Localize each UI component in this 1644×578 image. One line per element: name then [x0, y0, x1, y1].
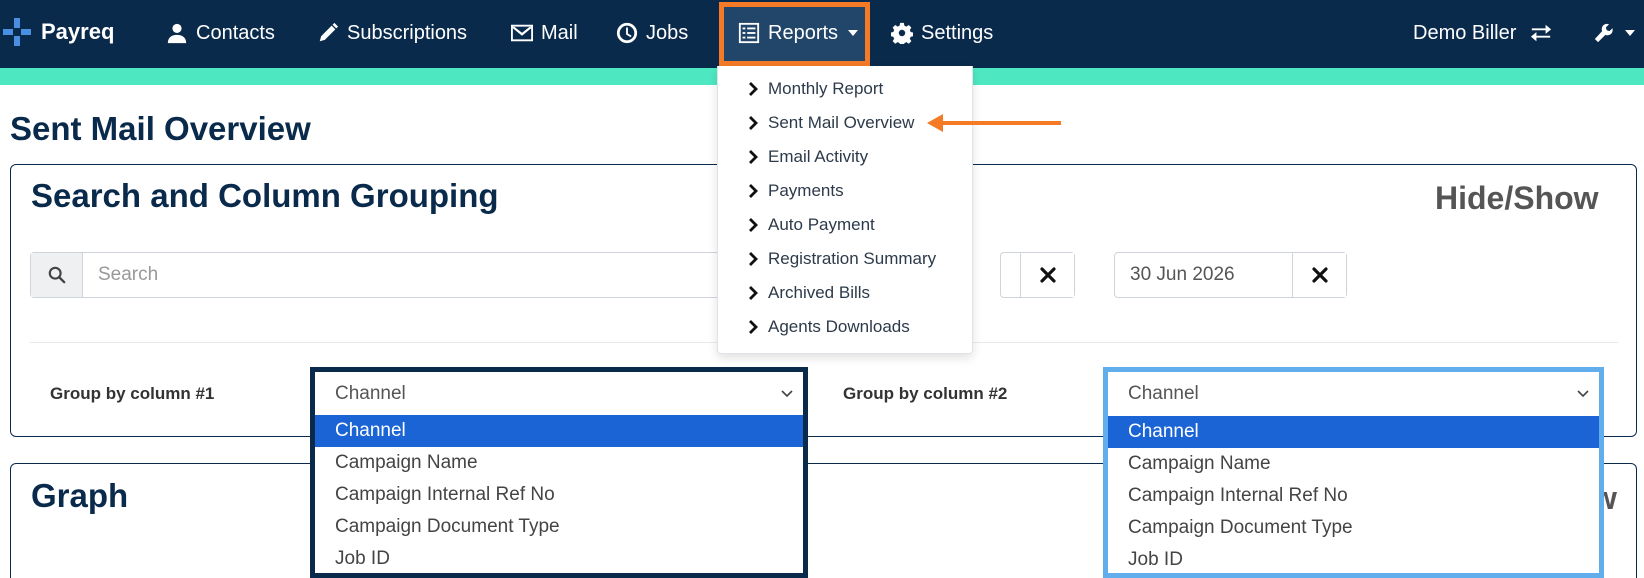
wrench-icon — [1594, 23, 1613, 43]
group-by-1-value: Channel — [335, 383, 406, 404]
select-option[interactable]: Campaign Internal Ref No — [315, 479, 803, 511]
search-input[interactable] — [83, 253, 729, 297]
annotation-arrow-icon — [927, 114, 1061, 132]
nav-mail-label: Mail — [541, 21, 578, 44]
select-option[interactable]: Job ID — [1108, 544, 1599, 576]
tools-menu[interactable] — [1593, 14, 1635, 52]
user-icon — [167, 23, 187, 44]
account-name: Demo Biller — [1413, 21, 1517, 44]
select-option[interactable]: Campaign Internal Ref No — [1108, 480, 1599, 512]
close-icon — [1039, 267, 1056, 283]
group-by-2-select[interactable]: Channel Channel Campaign Name Campaign I… — [1108, 372, 1599, 578]
close-icon — [1311, 267, 1328, 283]
chevron-right-icon — [749, 82, 758, 96]
chevron-right-icon — [749, 184, 758, 198]
search-group — [30, 252, 730, 298]
pencil-icon — [319, 22, 339, 42]
chevron-right-icon — [749, 320, 758, 334]
nav-jobs-label: Jobs — [646, 21, 689, 44]
menu-item-monthly-report[interactable]: Monthly Report — [748, 75, 883, 103]
clear-start-date-button[interactable] — [1020, 253, 1074, 297]
menu-item-email-activity[interactable]: Email Activity — [748, 143, 868, 171]
caret-down-icon — [848, 30, 859, 36]
menu-item-label: Agents Downloads — [768, 317, 910, 336]
gear-icon — [891, 22, 913, 44]
chevron-right-icon — [749, 218, 758, 232]
nav-contacts-label: Contacts — [196, 21, 275, 44]
group-by-2-value: Channel — [1128, 383, 1199, 404]
chevron-right-icon — [749, 286, 758, 300]
payreq-logo-icon — [3, 18, 31, 46]
swap-icon — [1531, 24, 1552, 42]
chevron-right-icon — [749, 116, 758, 130]
account-switcher[interactable]: Demo Biller — [1413, 14, 1552, 52]
clock-icon — [616, 22, 638, 44]
nav-contacts[interactable]: Contacts — [166, 14, 275, 52]
nav-reports-label: Reports — [768, 21, 839, 44]
select-option[interactable]: Job ID — [315, 543, 803, 575]
nav-mail[interactable]: Mail — [511, 14, 578, 52]
hide-show-toggle[interactable]: Hide/Show — [1435, 180, 1599, 217]
menu-item-label: Payments — [768, 181, 844, 200]
search-icon[interactable] — [31, 253, 83, 297]
group-by-1-select[interactable]: Channel Channel Campaign Name Campaign I… — [315, 372, 803, 578]
select-option[interactable]: Campaign Document Type — [315, 511, 803, 543]
end-date-group — [1114, 252, 1347, 298]
nav-settings[interactable]: Settings — [891, 14, 993, 52]
nav-subscriptions[interactable]: Subscriptions — [317, 14, 467, 52]
menu-item-label: Sent Mail Overview — [768, 113, 915, 132]
select-option[interactable]: Campaign Name — [1108, 448, 1599, 480]
menu-item-sent-mail-overview[interactable]: Sent Mail Overview — [748, 109, 914, 137]
start-date-field[interactable] — [1001, 253, 1020, 297]
caret-down-icon — [1625, 30, 1635, 36]
envelope-icon — [511, 24, 533, 42]
end-date-input[interactable] — [1115, 253, 1292, 297]
menu-item-label: Monthly Report — [768, 79, 884, 98]
menu-item-auto-payment[interactable]: Auto Payment — [748, 211, 875, 239]
nav-subscriptions-label: Subscriptions — [347, 21, 468, 44]
menu-item-archived-bills[interactable]: Archived Bills — [748, 279, 870, 307]
group-by-1-current[interactable]: Channel — [315, 372, 803, 416]
menu-item-label: Auto Payment — [768, 215, 875, 234]
chevron-down-icon — [781, 390, 793, 398]
brand-logo[interactable]: Payreq — [2, 14, 114, 50]
chevron-right-icon — [749, 252, 758, 266]
nav-reports[interactable]: Reports — [738, 14, 859, 52]
chevron-right-icon — [749, 150, 758, 164]
group-by-1-label: Group by column #1 — [50, 384, 215, 403]
search-panel-title: Search and Column Grouping — [31, 177, 499, 214]
menu-item-label: Archived Bills — [768, 283, 871, 302]
chevron-down-icon — [1577, 390, 1589, 398]
select-option[interactable]: Channel — [315, 415, 803, 447]
page-title: Sent Mail Overview — [10, 110, 311, 147]
nav-settings-label: Settings — [921, 21, 994, 44]
menu-item-payments[interactable]: Payments — [748, 177, 844, 205]
menu-item-label: Email Activity — [768, 147, 869, 166]
menu-item-registration-summary[interactable]: Registration Summary — [748, 245, 936, 273]
select-option[interactable]: Campaign Document Type — [1108, 512, 1599, 544]
group-by-2-label: Group by column #2 — [843, 384, 1008, 403]
menu-item-agents-downloads[interactable]: Agents Downloads — [748, 313, 910, 341]
reports-dropdown-menu: Monthly Report Sent Mail Overview Email … — [717, 66, 973, 354]
nav-jobs[interactable]: Jobs — [616, 14, 688, 52]
graph-panel-title: Graph — [31, 477, 129, 514]
menu-item-label: Registration Summary — [768, 249, 937, 268]
start-date-group — [1000, 252, 1075, 298]
report-list-icon — [738, 22, 760, 44]
group-by-2-current[interactable]: Channel — [1108, 372, 1599, 416]
brand-name: Payreq — [41, 19, 115, 44]
select-option[interactable]: Channel — [1108, 416, 1599, 448]
select-option[interactable]: Campaign Name — [315, 447, 803, 479]
clear-end-date-button[interactable] — [1292, 253, 1346, 297]
